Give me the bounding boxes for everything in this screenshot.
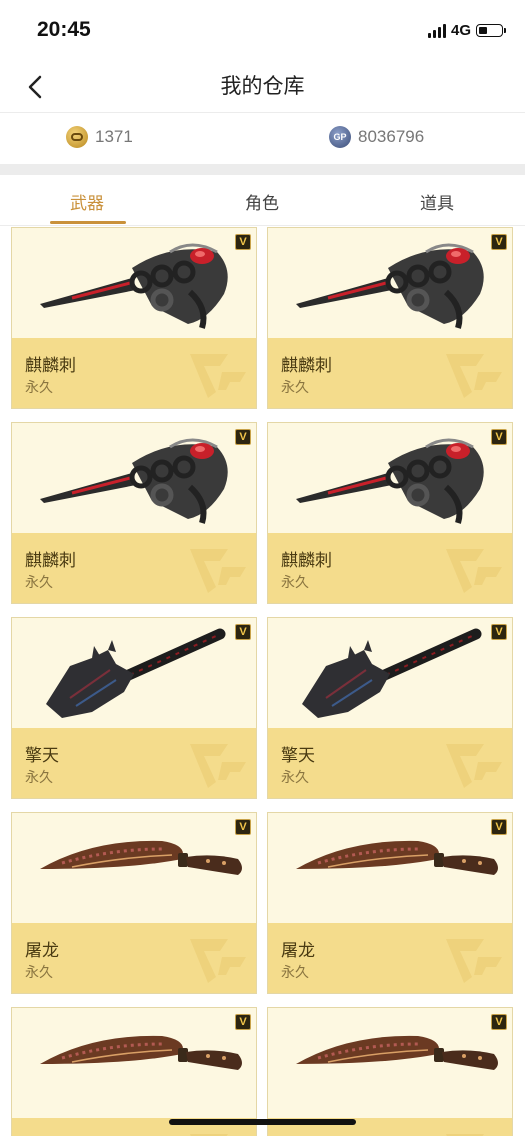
gp-balance: GP 8036796 [329,126,424,148]
weapon-image [12,228,256,338]
cf-logo-watermark [190,1134,228,1136]
item-card[interactable]: V 擎天永久 [11,617,257,799]
card-footer: 擎天 永久 [268,728,512,798]
weapon-image [268,228,512,338]
card-footer: 擎天 永久 [12,728,256,798]
cf-logo-watermark [190,549,246,593]
item-name: 麒麟刺 [281,551,332,571]
currency-row: 1371 GP 8036796 [0,112,525,164]
tab-items[interactable]: 道具 [420,189,454,214]
cf-logo-watermark [446,354,502,398]
item-name: 麒麟刺 [281,356,332,376]
coin-amount: 1371 [95,127,133,146]
item-duration: 永久 [25,575,53,591]
vip-badge-icon: V [235,234,251,250]
tab-weapons[interactable]: 武器 [70,189,104,214]
tab-characters[interactable]: 角色 [245,189,279,214]
vip-badge-icon: V [235,1014,251,1030]
item-card[interactable]: V [11,1007,257,1136]
card-footer: 麒麟刺 永久 [268,338,512,408]
nav-bar: 我的仓库 [0,62,525,113]
item-card[interactable]: V 麒麟刺永久 [267,227,513,409]
cf-logo-watermark [190,744,246,788]
active-tab-indicator [50,221,126,224]
cf-logo-watermark [446,1134,484,1136]
item-card[interactable]: V 擎天永久 [267,617,513,799]
weapon-image [268,1008,512,1118]
item-duration: 永久 [25,965,53,981]
weapon-image [268,813,512,923]
weapon-image [12,618,256,728]
page-title: 我的仓库 [220,74,305,98]
status-icons: 4G [427,22,506,39]
item-duration: 永久 [25,380,53,396]
item-name: 屠龙 [25,941,59,961]
item-card[interactable]: V 屠龙永久 [11,812,257,994]
item-card[interactable]: V 屠龙永久 [267,812,513,994]
item-duration: 永久 [25,770,53,786]
cf-logo-watermark [446,744,502,788]
item-card[interactable]: V 麒麟刺永久 [11,227,257,409]
item-name: 屠龙 [281,941,315,961]
item-grid: V 麒麟刺 永久 V 麒麟刺 永久 V 麒麟刺 永久 V 麒麟刺 永久 V 擎天 永久 V 擎天 永久 V 屠龙 永久 V… [11,227,514,1136]
coin-icon [66,126,88,148]
cf-logo-watermark [446,939,502,983]
signal-icon [427,23,446,38]
card-footer: 屠龙 永久 [268,923,512,993]
cf-logo-watermark [190,939,246,983]
item-duration: 永久 [281,965,309,981]
vip-badge-icon: V [235,819,251,835]
status-time: 20:45 [37,18,91,41]
vip-badge-icon: V [491,819,507,835]
item-duration: 永久 [281,575,309,591]
coin-balance: 1371 [66,126,133,148]
item-name: 擎天 [25,746,59,766]
item-name: 擎天 [281,746,315,766]
vip-badge-icon: V [235,429,251,445]
network-label: 4G [450,22,471,39]
vip-badge-icon: V [491,234,507,250]
cf-logo-watermark [190,354,246,398]
item-name: 麒麟刺 [25,551,76,571]
category-tabs: 武器 角色 道具 [0,175,525,226]
vip-badge-icon: V [491,624,507,640]
home-indicator [169,1119,356,1125]
vip-badge-icon: V [491,429,507,445]
item-card[interactable]: V [267,1007,513,1136]
weapon-image [12,813,256,923]
vip-badge-icon: V [491,1014,507,1030]
gp-amount: 8036796 [358,127,425,146]
item-card[interactable]: V 麒麟刺永久 [11,422,257,604]
card-footer: 麒麟刺 永久 [268,533,512,603]
battery-icon [476,24,506,37]
item-duration: 永久 [281,770,309,786]
cf-logo-watermark [446,549,502,593]
gp-icon: GP [329,126,351,148]
weapon-image [268,423,512,533]
section-divider [0,164,525,175]
item-duration: 永久 [281,380,309,396]
card-footer: 麒麟刺 永久 [12,533,256,603]
status-bar: 20:45 4G [0,0,525,62]
card-footer: 麒麟刺 永久 [12,338,256,408]
weapon-image [12,1008,256,1118]
item-card[interactable]: V 麒麟刺永久 [267,422,513,604]
item-name: 麒麟刺 [25,356,76,376]
vip-badge-icon: V [235,624,251,640]
weapon-image [268,618,512,728]
weapon-image [12,423,256,533]
card-footer: 屠龙 永久 [12,923,256,993]
